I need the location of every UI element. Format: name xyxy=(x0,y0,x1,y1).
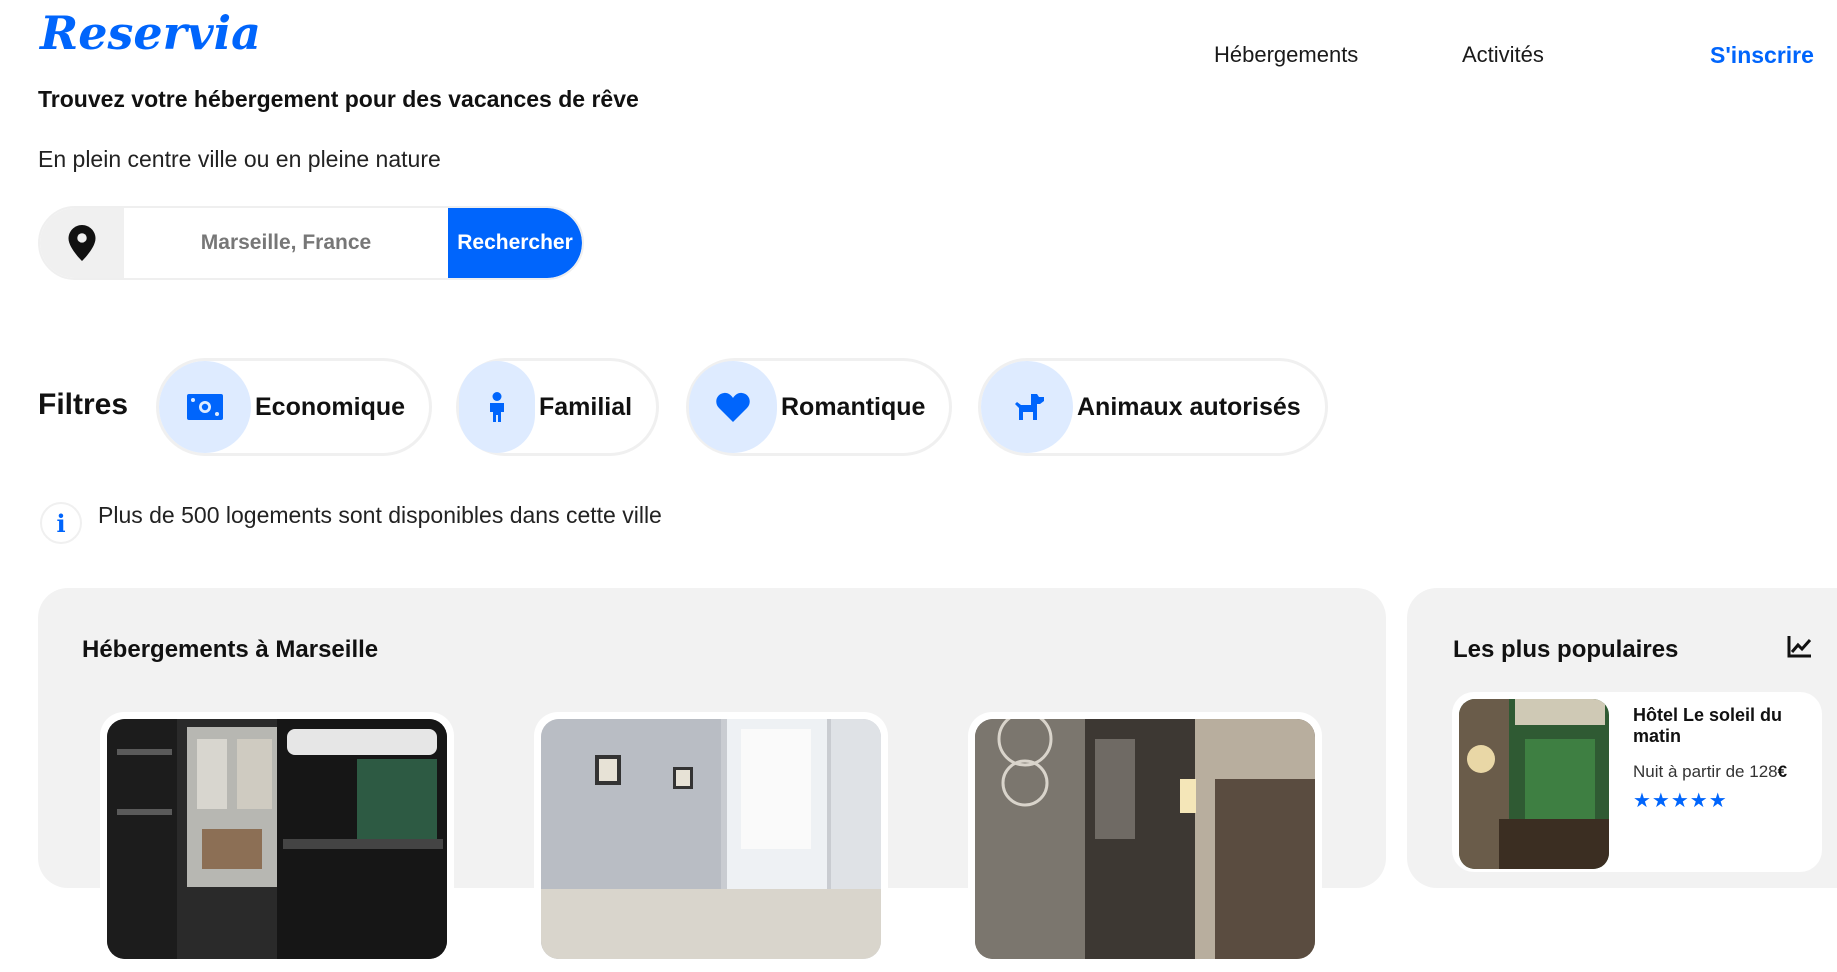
hero-subtitle: En plein centre ville ou en pleine natur… xyxy=(38,146,441,172)
listing-card[interactable] xyxy=(100,712,454,972)
search-button[interactable]: Rechercher xyxy=(448,208,582,278)
listing-photo xyxy=(975,719,1315,959)
map-pin-icon xyxy=(68,225,96,261)
child-icon xyxy=(490,392,504,422)
money-icon xyxy=(187,394,223,420)
popular-item[interactable]: Hôtel Le soleil du matin Nuit à partir d… xyxy=(1452,692,1822,872)
listing-photo xyxy=(107,719,447,959)
nav-link-signup[interactable]: S'inscrire xyxy=(1710,42,1814,69)
popular-item-name: Hôtel Le soleil du matin xyxy=(1633,705,1783,746)
dog-icon xyxy=(1015,394,1044,420)
nav-link-hebergements[interactable]: Hébergements xyxy=(1214,42,1358,68)
rating-stars: ★★★★★ xyxy=(1633,790,1728,812)
filter-romantique[interactable]: Romantique xyxy=(686,358,953,456)
filter-animaux[interactable]: Animaux autorisés xyxy=(978,358,1328,456)
info-text: Plus de 500 logements sont disponibles d… xyxy=(98,502,662,528)
filter-label: Romantique xyxy=(781,392,926,421)
listings-panel: Hébergements à Marseille xyxy=(38,588,1386,972)
main-nav: Hébergements Activités S'inscrire xyxy=(0,42,1837,82)
nav-link-activites[interactable]: Activités xyxy=(1462,42,1544,68)
heart-icon xyxy=(716,392,750,422)
popular-photo xyxy=(1459,699,1609,869)
trend-chart-icon xyxy=(1787,636,1812,658)
location-box xyxy=(40,208,124,278)
listing-card[interactable] xyxy=(534,712,888,972)
search-input[interactable] xyxy=(124,208,448,278)
filters-label: Filtres xyxy=(38,388,129,421)
filter-familial[interactable]: Familial xyxy=(456,358,660,456)
popular-title: Les plus populaires xyxy=(1453,636,1679,663)
info-icon: i xyxy=(40,502,82,544)
filter-economique[interactable]: Economique xyxy=(156,358,433,456)
hero-title: Trouvez votre hébergement pour des vacan… xyxy=(38,86,639,112)
listing-card[interactable] xyxy=(968,712,1322,972)
filter-label: Economique xyxy=(255,392,406,421)
search-bar: Rechercher xyxy=(38,206,584,280)
listing-photo xyxy=(541,719,881,959)
filter-label: Animaux autorisés xyxy=(1077,392,1301,421)
popular-item-price: Nuit à partir de 128€ xyxy=(1633,762,1788,781)
filter-label: Familial xyxy=(539,392,633,421)
popular-panel: Les plus populaires Hôtel Le soleil du m… xyxy=(1407,588,1837,888)
listings-title: Hébergements à Marseille xyxy=(82,636,379,663)
